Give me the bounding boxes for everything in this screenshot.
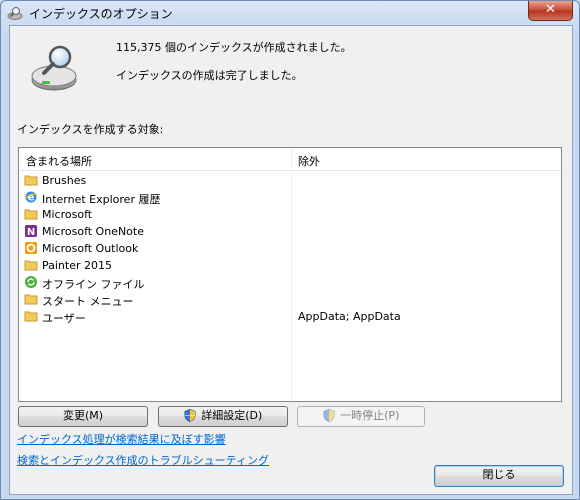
location-name: Brushes [42, 174, 87, 187]
indexing-drive-magnifier-icon [31, 45, 77, 91]
location-name: ユーザー [42, 312, 86, 325]
folder-icon [24, 294, 38, 305]
folder-icon [24, 311, 38, 322]
location-name: スタート メニュー [42, 295, 134, 308]
title-bar[interactable]: インデックスのオプション ✕ [1, 1, 579, 25]
index-locations-label: インデックスを作成する対象: [17, 123, 164, 136]
list-item[interactable]: ユーザー AppData; AppData [19, 308, 561, 325]
location-name: Internet Explorer 履歴 [42, 193, 161, 206]
list-item[interactable]: オフライン ファイル [19, 274, 561, 291]
outlook-icon [25, 242, 37, 254]
location-name: オフライン ファイル [42, 278, 145, 291]
list-item[interactable]: Microsoft Outlook [19, 240, 561, 257]
list-item[interactable]: N Microsoft OneNote [19, 223, 561, 240]
pause-button[interactable]: 一時停止(P) [297, 406, 425, 427]
column-header-included[interactable]: 含まれる場所 [26, 153, 92, 169]
list-header: 含まれる場所 除外 [19, 148, 561, 171]
close-window-button[interactable]: ✕ [528, 1, 573, 21]
indexing-options-window: インデックスのオプション ✕ 115,375 個のインデックスが作成されました。… [0, 0, 580, 500]
troubleshoot-link[interactable]: 検索とインデックス作成のトラブルシューティング [17, 452, 269, 468]
folder-icon [24, 175, 38, 186]
folder-icon [24, 260, 38, 271]
list-item[interactable]: e Internet Explorer 履歴 [19, 189, 561, 206]
advanced-button-label: 詳細設定(D) [201, 409, 263, 422]
location-name: Microsoft Outlook [42, 242, 139, 255]
folder-icon [24, 209, 38, 220]
location-name: Painter 2015 [42, 259, 113, 272]
location-name: Microsoft [42, 208, 93, 221]
list-rows: Brushes e Internet Explorer 履歴 Microsoft… [19, 172, 561, 325]
uac-shield-icon [323, 409, 335, 422]
window-title: インデックスのオプション [29, 7, 173, 21]
indexing-complete-text: インデックスの作成は完了しました。 [116, 69, 303, 82]
internet-explorer-icon: e [24, 191, 38, 204]
onenote-icon: N [25, 225, 37, 238]
pause-button-label: 一時停止(P) [340, 409, 400, 422]
location-name: Microsoft OneNote [42, 225, 144, 238]
list-item[interactable]: スタート メニュー [19, 291, 561, 308]
sync-icon [25, 276, 37, 288]
list-item[interactable]: Microsoft [19, 206, 561, 223]
indexing-options-icon [7, 7, 23, 20]
indexing-effect-link[interactable]: インデックス処理が検索結果に及ぼす影響 [17, 431, 226, 447]
change-button[interactable]: 変更(M) [18, 406, 148, 427]
column-header-excluded[interactable]: 除外 [298, 153, 320, 169]
list-item[interactable]: Brushes [19, 172, 561, 189]
location-exclude: AppData; AppData [298, 310, 401, 323]
advanced-button[interactable]: 詳細設定(D) [158, 406, 288, 427]
indexed-count-text: 115,375 個のインデックスが作成されました。 [116, 41, 352, 54]
indexed-locations-list[interactable]: 含まれる場所 除外 Brushes e Internet Explorer 履歴 [18, 147, 562, 402]
dialog-body: 115,375 個のインデックスが作成されました。 インデックスの作成は完了しま… [9, 25, 573, 495]
close-icon: ✕ [545, 2, 556, 17]
uac-shield-icon [184, 409, 196, 422]
close-button[interactable]: 閉じる [434, 465, 564, 487]
svg-text:N: N [27, 227, 35, 238]
list-item[interactable]: Painter 2015 [19, 257, 561, 274]
